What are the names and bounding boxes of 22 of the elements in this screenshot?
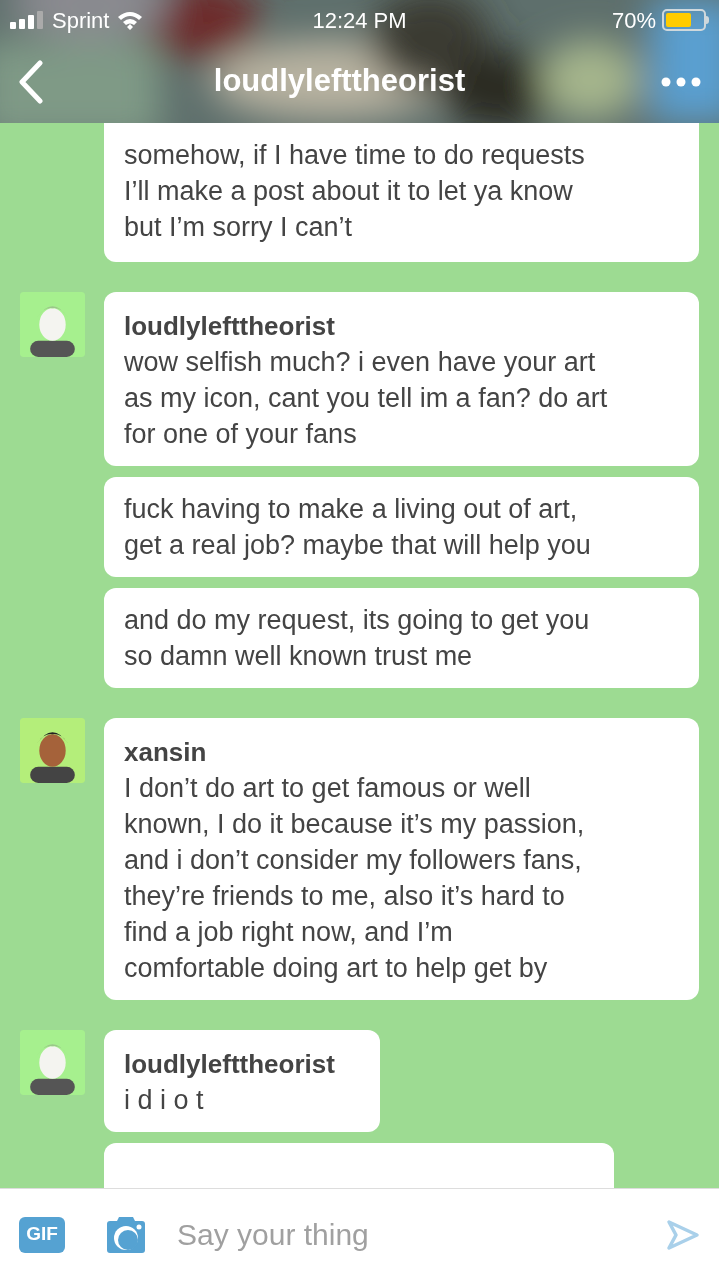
sender-name: loudlylefttheorist <box>124 310 336 343</box>
message-text: I don’t do art to get famous or well known, I do it because it’s my passion, and i don’t consider my followers fans, they’re friends to me, also it’s hard to find a job right now, and I’m comfortable doing art to help get by <box>124 772 586 985</box>
battery-percentage: 70% <box>611 6 656 35</box>
message-text: i d i o t <box>124 1084 205 1117</box>
wifi-icon <box>117 10 144 30</box>
message-text: somehow, if I have time to do requests I’ll make a post about it to let ya know but I’m sorry I can’t <box>124 139 586 244</box>
clock-time: 12:24 PM <box>311 6 408 35</box>
message-composer[interactable]: GIF Say your thing <box>0 1188 719 1280</box>
back-icon[interactable] <box>18 59 44 104</box>
battery-icon <box>662 9 709 31</box>
carrier-name: Sprint <box>52 6 110 35</box>
gif-button[interactable]: GIF <box>19 1216 65 1253</box>
send-icon[interactable] <box>666 1218 700 1251</box>
message-text: and do my request, its going to get you so damn well known trust me <box>124 604 591 673</box>
message-text: wow selfish much? i even have your art as my icon, cant you tell im a fan? do art for one of your fans <box>124 346 609 451</box>
sender-name: loudlylefttheorist <box>124 1048 336 1081</box>
message-input[interactable]: Say your thing <box>177 1212 666 1257</box>
sender-name: xansin <box>124 736 208 769</box>
message-text: fuck having to make a living out of art, get a real job? maybe that will help you <box>124 493 592 562</box>
more-icon[interactable] <box>661 76 701 87</box>
signal-icon <box>10 11 44 29</box>
camera-icon[interactable] <box>105 1215 147 1254</box>
